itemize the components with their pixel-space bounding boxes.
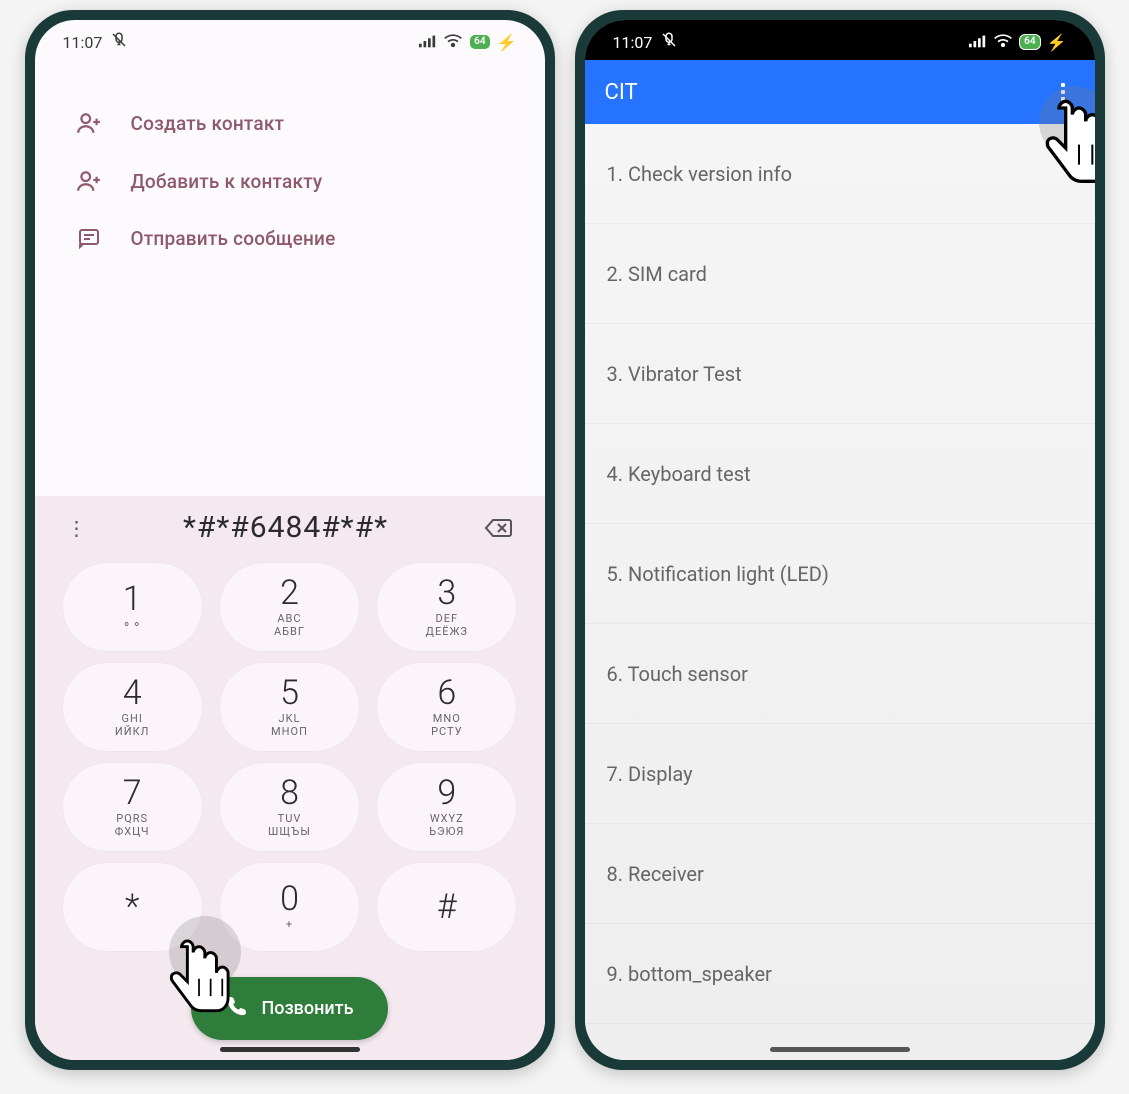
send-message-row[interactable]: Отправить сообщение	[75, 210, 505, 266]
phone-left: 11:07 64 ⚡ Создать ко	[25, 10, 555, 1070]
cit-item-8[interactable]: 8. Receiver	[585, 824, 1095, 924]
key-letters: +	[286, 918, 293, 931]
wifi-icon	[443, 32, 463, 52]
key-2[interactable]: 2ABCАБВГ	[220, 563, 359, 651]
person-add-icon	[75, 168, 103, 194]
status-time: 11:07	[613, 33, 653, 52]
keypad: 1⚬⚬2ABCАБВГ3DEFДЕЁЖЗ4GHIИЙКЛ5JKLМНОП6MNO…	[35, 555, 545, 959]
battery-icon: 64	[469, 34, 490, 50]
key-letters: PQRSФХЦЧ	[115, 812, 150, 838]
dial-input-row: ⋮ *#*#6484#*#*	[35, 496, 545, 555]
status-bar: 11:07 64 ⚡	[35, 20, 545, 60]
wifi-icon	[993, 32, 1013, 52]
cit-item-9[interactable]: 9. bottom_speaker	[585, 924, 1095, 1024]
key-digit: 2	[280, 576, 299, 610]
charge-icon: ⚡	[1047, 33, 1067, 52]
dialer-suggestions: Создать контакт Добавить к контакту Отпр…	[35, 60, 545, 276]
key-digit: *	[125, 890, 139, 924]
mute-icon	[110, 31, 128, 53]
key-7[interactable]: 7PQRSФХЦЧ	[63, 763, 202, 851]
key-digit: 3	[437, 576, 456, 610]
key-digit: 1	[123, 582, 142, 616]
add-to-contact-label: Добавить к контакту	[131, 170, 323, 193]
key-letters: GHIИЙКЛ	[115, 712, 150, 738]
key-3[interactable]: 3DEFДЕЁЖЗ	[377, 563, 516, 651]
key-#[interactable]: #	[377, 863, 516, 951]
cit-list[interactable]: 1. Check version info2. SIM card3. Vibra…	[585, 124, 1095, 1060]
signal-icon	[419, 33, 437, 52]
status-bar: 11:07 64 ⚡	[585, 20, 1095, 60]
key-letters: WXYZЬЭЮЯ	[429, 812, 464, 838]
signal-icon	[969, 33, 987, 52]
cit-item-7[interactable]: 7. Display	[585, 724, 1095, 824]
key-digit: 7	[123, 776, 142, 810]
key-digit: #	[437, 890, 457, 924]
backspace-button[interactable]	[477, 516, 521, 540]
charge-icon: ⚡	[497, 33, 517, 52]
add-to-contact-row[interactable]: Добавить к контакту	[75, 152, 505, 210]
key-digit: 9	[437, 776, 456, 810]
key-1[interactable]: 1 ⚬⚬	[63, 563, 202, 651]
send-message-label: Отправить сообщение	[131, 227, 336, 250]
call-label: Позвонить	[261, 998, 353, 1019]
key-digit: 6	[437, 676, 456, 710]
status-time: 11:07	[63, 33, 103, 52]
key-letters: MNOРСТУ	[431, 712, 462, 738]
key-4[interactable]: 4GHIИЙКЛ	[63, 663, 202, 751]
mute-icon	[660, 31, 678, 53]
key-digit: 8	[280, 776, 299, 810]
screen-cit: 11:07 64 ⚡ CIT 1. Check ve	[585, 20, 1095, 1060]
cit-title: CIT	[605, 80, 638, 105]
overflow-menu-button[interactable]: ⋮	[59, 525, 95, 531]
phone-right: 11:07 64 ⚡ CIT 1. Check ve	[575, 10, 1105, 1070]
dial-entry[interactable]: *#*#6484#*#*	[99, 510, 473, 545]
cit-item-5[interactable]: 5. Notification light (LED)	[585, 524, 1095, 624]
key-*[interactable]: *	[63, 863, 202, 951]
key-6[interactable]: 6MNOРСТУ	[377, 663, 516, 751]
cit-item-4[interactable]: 4. Keyboard test	[585, 424, 1095, 524]
create-contact-label: Создать контакт	[131, 112, 285, 135]
cit-item-3[interactable]: 3. Vibrator Test	[585, 324, 1095, 424]
key-letters: ⚬⚬	[122, 618, 142, 631]
call-button[interactable]: Позвонить	[191, 977, 387, 1040]
key-9[interactable]: 9WXYZЬЭЮЯ	[377, 763, 516, 851]
key-letters: JKLМНОП	[271, 712, 308, 738]
key-letters: TUVШЩЪЫ	[268, 812, 311, 838]
key-5[interactable]: 5JKLМНОП	[220, 663, 359, 751]
dialer-pad-area: ⋮ *#*#6484#*#* 1⚬⚬2ABCАБВГ3DEFДЕЁЖЗ4GHIИ…	[35, 496, 545, 1060]
key-0[interactable]: 0+	[220, 863, 359, 951]
key-letters: ABCАБВГ	[274, 612, 305, 638]
key-8[interactable]: 8TUVШЩЪЫ	[220, 763, 359, 851]
cit-item-1[interactable]: 1. Check version info	[585, 124, 1095, 224]
message-icon	[75, 226, 103, 250]
screen-dialer: 11:07 64 ⚡ Создать ко	[35, 20, 545, 1060]
key-digit: 4	[123, 676, 142, 710]
cit-appbar: CIT	[585, 60, 1095, 124]
battery-icon: 64	[1019, 34, 1040, 50]
create-contact-row[interactable]: Создать контакт	[75, 94, 505, 152]
cit-item-6[interactable]: 6. Touch sensor	[585, 624, 1095, 724]
overflow-menu-button[interactable]	[1051, 83, 1075, 101]
key-digit: 0	[280, 882, 299, 916]
home-indicator[interactable]	[220, 1047, 360, 1052]
home-indicator[interactable]	[770, 1047, 910, 1052]
cit-item-2[interactable]: 2. SIM card	[585, 224, 1095, 324]
phone-icon	[225, 995, 247, 1022]
key-letters: DEFДЕЁЖЗ	[426, 612, 468, 638]
key-digit: 5	[280, 676, 299, 710]
person-add-icon	[75, 110, 103, 136]
